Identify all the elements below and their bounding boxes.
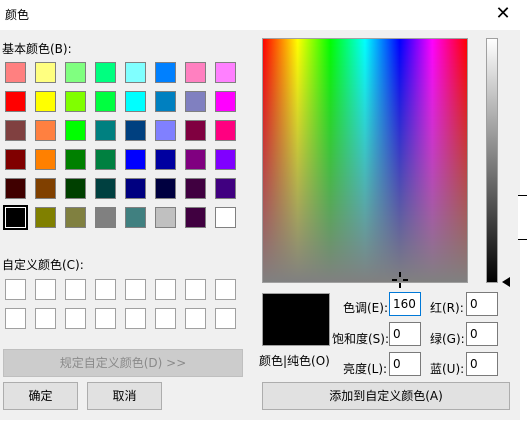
basic-color-swatch[interactable] (185, 149, 206, 170)
custom-color-swatch[interactable] (95, 308, 116, 329)
basic-color-swatch[interactable] (3, 205, 28, 230)
basic-color-swatch[interactable] (5, 62, 26, 83)
cancel-button[interactable]: 取消 (87, 382, 162, 410)
basic-color-swatch[interactable] (215, 120, 236, 141)
background-window-edge (518, 195, 527, 240)
basic-color-swatch[interactable] (125, 207, 146, 228)
saturation-label: 饱和度(S): (332, 332, 390, 346)
custom-color-swatch[interactable] (95, 279, 116, 300)
blue-input[interactable]: 0 (466, 352, 498, 376)
basic-color-swatch[interactable] (95, 207, 116, 228)
ok-button[interactable]: 确定 (3, 382, 78, 410)
basic-colors-label: 基本颜色(B): (2, 42, 72, 56)
preview-label: 颜色|纯色(O) (259, 354, 330, 368)
basic-color-swatch[interactable] (5, 178, 26, 199)
hue-label: 色调(E): (343, 301, 388, 315)
custom-color-swatch[interactable] (125, 308, 146, 329)
custom-color-swatch[interactable] (215, 308, 236, 329)
basic-color-swatch[interactable] (215, 62, 236, 83)
custom-color-swatch[interactable] (35, 308, 56, 329)
basic-color-swatch[interactable] (65, 207, 86, 228)
custom-color-swatch[interactable] (5, 279, 26, 300)
window-title: 颜色 (5, 8, 30, 22)
basic-color-swatch[interactable] (155, 207, 176, 228)
luminance-arrow-icon[interactable] (502, 277, 510, 287)
basic-color-swatch[interactable] (5, 149, 26, 170)
basic-color-swatch[interactable] (5, 120, 26, 141)
saturation-input[interactable]: 0 (389, 322, 421, 346)
green-input[interactable]: 0 (466, 322, 498, 346)
basic-color-swatch[interactable] (185, 91, 206, 112)
basic-color-swatch[interactable] (95, 178, 116, 199)
close-icon[interactable]: ✕ (491, 3, 515, 25)
red-input[interactable]: 0 (466, 292, 498, 316)
basic-color-swatch[interactable] (215, 91, 236, 112)
crosshair-icon[interactable] (392, 272, 408, 288)
luminance-slider[interactable] (486, 38, 498, 283)
basic-color-swatch[interactable] (155, 149, 176, 170)
custom-color-swatch[interactable] (185, 308, 206, 329)
luminance-input[interactable]: 0 (389, 352, 421, 376)
basic-color-swatch[interactable] (155, 62, 176, 83)
basic-color-swatch[interactable] (35, 62, 56, 83)
hue-input[interactable]: 160 (389, 292, 421, 316)
custom-colors-label: 自定义颜色(C): (2, 258, 84, 272)
basic-color-swatch[interactable] (125, 91, 146, 112)
custom-color-swatch[interactable] (155, 279, 176, 300)
basic-color-swatch[interactable] (125, 149, 146, 170)
color-preview (262, 293, 330, 346)
custom-color-swatch[interactable] (185, 279, 206, 300)
color-spectrum[interactable] (262, 38, 468, 283)
basic-color-swatch[interactable] (125, 178, 146, 199)
basic-color-swatch[interactable] (65, 91, 86, 112)
custom-colors-grid (5, 279, 236, 329)
luminance-label: 亮度(L): (343, 362, 388, 376)
custom-color-swatch[interactable] (5, 308, 26, 329)
basic-color-swatch[interactable] (185, 62, 206, 83)
custom-color-swatch[interactable] (65, 279, 86, 300)
custom-color-swatch[interactable] (65, 308, 86, 329)
basic-color-swatch[interactable] (155, 91, 176, 112)
red-label: 红(R): (430, 301, 464, 315)
custom-color-swatch[interactable] (35, 279, 56, 300)
basic-color-swatch[interactable] (95, 120, 116, 141)
basic-color-swatch[interactable] (35, 91, 56, 112)
basic-color-swatch[interactable] (65, 120, 86, 141)
add-to-custom-colors-button[interactable]: 添加到自定义颜色(A) (262, 382, 510, 410)
basic-color-swatch[interactable] (185, 120, 206, 141)
custom-color-swatch[interactable] (155, 308, 176, 329)
basic-color-swatch[interactable] (215, 149, 236, 170)
basic-colors-grid (3, 62, 236, 230)
blue-label: 蓝(U): (430, 362, 465, 376)
basic-color-swatch[interactable] (185, 207, 206, 228)
basic-color-swatch[interactable] (125, 62, 146, 83)
basic-color-swatch[interactable] (65, 178, 86, 199)
basic-color-swatch[interactable] (35, 178, 56, 199)
custom-color-swatch[interactable] (125, 279, 146, 300)
basic-color-swatch[interactable] (5, 91, 26, 112)
basic-color-swatch[interactable] (95, 91, 116, 112)
title-bar: 颜色 ✕ (0, 0, 527, 30)
basic-color-swatch[interactable] (155, 120, 176, 141)
green-label: 绿(G): (430, 332, 465, 346)
basic-color-swatch[interactable] (35, 207, 56, 228)
basic-color-swatch[interactable] (125, 120, 146, 141)
basic-color-swatch[interactable] (155, 178, 176, 199)
basic-color-swatch[interactable] (65, 149, 86, 170)
basic-color-swatch[interactable] (95, 149, 116, 170)
basic-color-swatch[interactable] (65, 62, 86, 83)
basic-color-swatch[interactable] (35, 149, 56, 170)
basic-color-swatch[interactable] (95, 62, 116, 83)
define-custom-colors-button[interactable]: 规定自定义颜色(D) >> (3, 349, 243, 377)
basic-color-swatch[interactable] (215, 178, 236, 199)
basic-color-swatch[interactable] (185, 178, 206, 199)
custom-color-swatch[interactable] (215, 279, 236, 300)
basic-color-swatch[interactable] (35, 120, 56, 141)
basic-color-swatch[interactable] (215, 207, 236, 228)
